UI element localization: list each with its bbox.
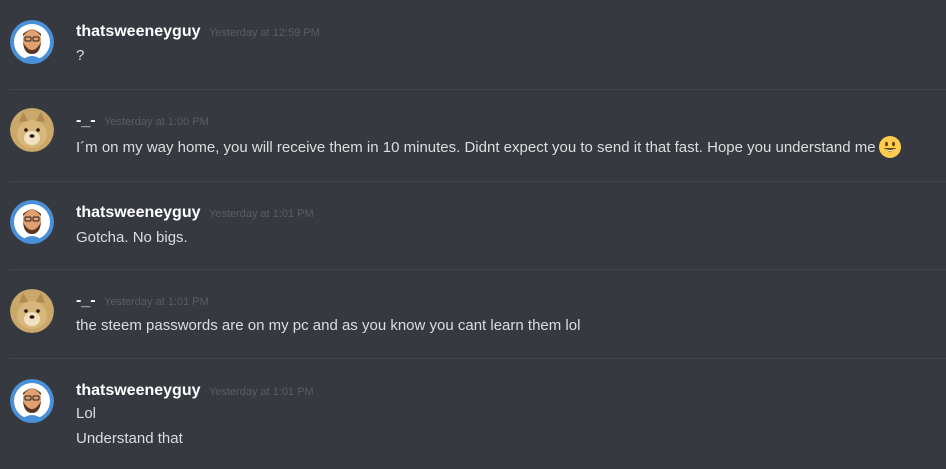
message-header: -_- Yesterday at 1:01 PM: [76, 292, 209, 312]
author-name[interactable]: thatsweeneyguy: [76, 382, 200, 399]
message-text: the steem passwords are on my pc and as …: [76, 317, 581, 334]
author-name[interactable]: -_-: [76, 292, 96, 309]
message-timestamp[interactable]: Yesterday at 1:01 PM: [209, 208, 314, 220]
author-name[interactable]: thatsweeneyguy: [76, 23, 200, 40]
bearded-man-avatar-icon: [10, 200, 54, 244]
user-avatar[interactable]: [10, 289, 54, 333]
message-group: thatsweeneyguy Yesterday at 1:01 PM Gotc…: [0, 182, 946, 269]
user-avatar[interactable]: [10, 108, 54, 152]
user-avatar[interactable]: [10, 379, 54, 423]
message-header: thatsweeneyguy Yesterday at 1:01 PM: [76, 382, 314, 402]
message-timestamp[interactable]: Yesterday at 1:01 PM: [104, 296, 209, 308]
message-timestamp[interactable]: Yesterday at 1:01 PM: [209, 386, 314, 398]
message-timestamp[interactable]: Yesterday at 12:59 PM: [209, 27, 320, 39]
user-avatar[interactable]: [10, 20, 54, 64]
message-group: thatsweeneyguy Yesterday at 12:59 PM ?: [0, 0, 946, 89]
user-avatar[interactable]: [10, 200, 54, 244]
smiley-emoji-icon[interactable]: [878, 135, 902, 159]
message-text: Lol: [76, 405, 97, 422]
bearded-man-avatar-icon: [10, 20, 54, 64]
message-text: ?: [76, 47, 85, 64]
message-group: -_- Yesterday at 1:01 PM the steem passw…: [0, 270, 946, 358]
message-group: -_- Yesterday at 1:00 PM I´m on my way h…: [0, 90, 946, 181]
author-name[interactable]: thatsweeneyguy: [76, 204, 200, 221]
doge-avatar-icon: [10, 108, 54, 152]
message-header: -_- Yesterday at 1:00 PM: [76, 112, 209, 132]
message-header: thatsweeneyguy Yesterday at 1:01 PM: [76, 204, 314, 224]
author-name[interactable]: -_-: [76, 112, 96, 129]
message-header: thatsweeneyguy Yesterday at 12:59 PM: [76, 23, 320, 43]
message-text: Gotcha. No bigs.: [76, 229, 188, 246]
message-text: Understand that: [76, 430, 183, 447]
chat-message-list: thatsweeneyguy Yesterday at 12:59 PM ? -…: [0, 0, 946, 469]
message-group: thatsweeneyguy Yesterday at 1:01 PM Lol …: [0, 359, 946, 469]
message-text-content: I´m on my way home, you will receive the…: [76, 138, 876, 156]
message-timestamp[interactable]: Yesterday at 1:00 PM: [104, 116, 209, 128]
doge-avatar-icon: [10, 289, 54, 333]
message-text: I´m on my way home, you will receive the…: [76, 136, 902, 160]
bearded-man-avatar-icon: [10, 379, 54, 423]
